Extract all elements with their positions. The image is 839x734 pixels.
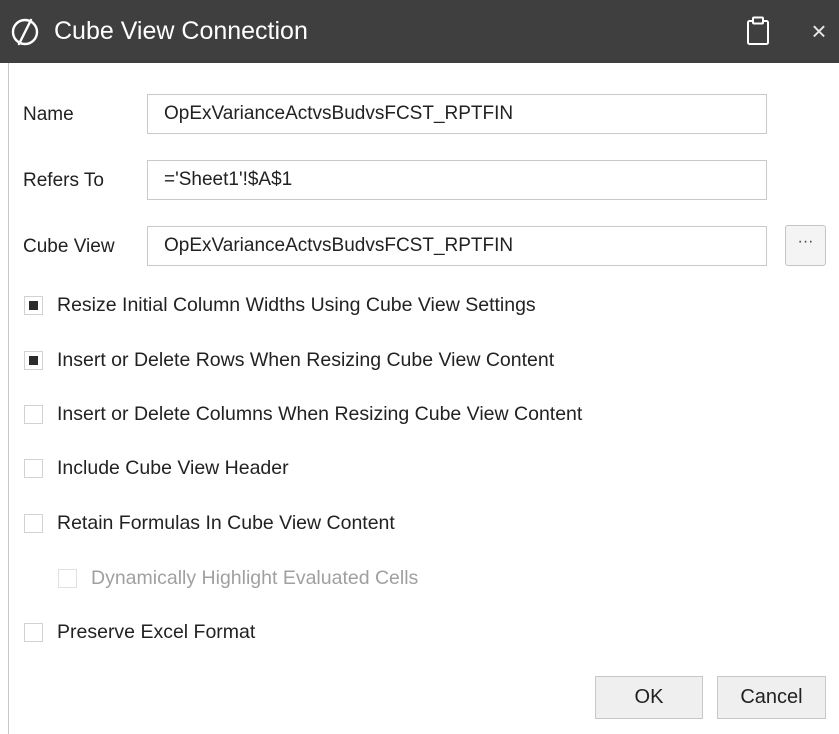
browse-cube-view-button[interactable]: ···: [785, 225, 826, 266]
option-label: Insert or Delete Rows When Resizing Cube…: [57, 349, 555, 371]
name-input[interactable]: [147, 94, 767, 134]
checkbox[interactable]: [24, 514, 43, 533]
checkbox[interactable]: [24, 405, 43, 424]
dialog-title: Cube View Connection: [54, 17, 308, 45]
option-label: Dynamically Highlight Evaluated Cells: [91, 567, 419, 589]
dialog-border: [8, 63, 9, 734]
refers-to-input[interactable]: [147, 160, 767, 200]
checkbox[interactable]: [24, 459, 43, 478]
option-label: Insert or Delete Columns When Resizing C…: [57, 403, 583, 425]
checkbox[interactable]: [24, 351, 43, 370]
checkbox[interactable]: [24, 296, 43, 315]
cancel-button[interactable]: Cancel: [717, 676, 826, 719]
clipboard-icon[interactable]: [746, 16, 770, 46]
option-label: Resize Initial Column Widths Using Cube …: [57, 294, 536, 316]
cube-view-connection-dialog: Cube View Connection × Name Refers To Cu…: [0, 0, 839, 734]
cube-view-label: Cube View: [23, 236, 115, 257]
title-bar[interactable]: Cube View Connection ×: [0, 0, 839, 63]
option-label: Preserve Excel Format: [57, 621, 256, 643]
checkbox: [58, 569, 77, 588]
close-icon[interactable]: ×: [804, 16, 834, 46]
option-label: Include Cube View Header: [57, 457, 289, 479]
circle-slash-logo-icon: [11, 18, 39, 46]
refers-to-label: Refers To: [23, 170, 104, 191]
option-label: Retain Formulas In Cube View Content: [57, 512, 395, 534]
ok-button[interactable]: OK: [595, 676, 703, 719]
cube-view-input[interactable]: [147, 226, 767, 266]
name-label: Name: [23, 104, 74, 125]
checkbox[interactable]: [24, 623, 43, 642]
